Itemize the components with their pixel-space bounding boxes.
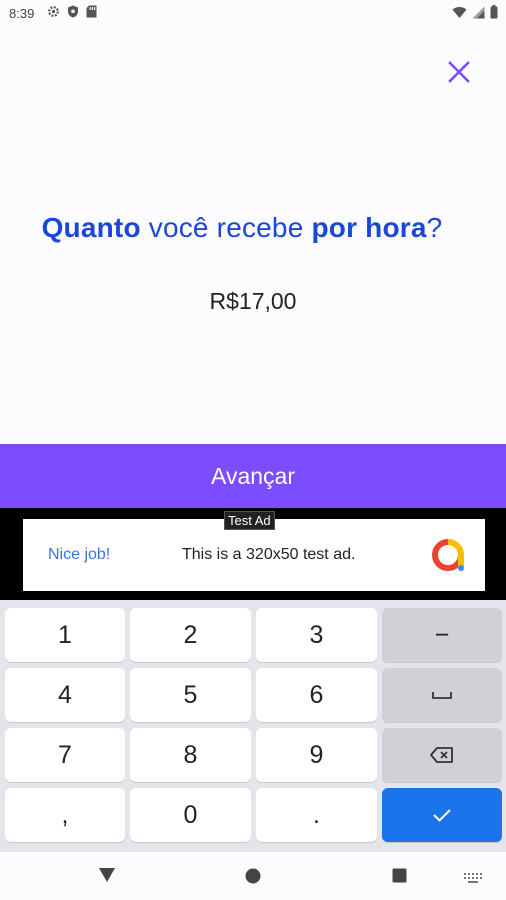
recents-square-icon xyxy=(392,868,407,883)
ad-label: Test Ad xyxy=(224,511,275,530)
close-button[interactable] xyxy=(446,59,472,85)
key-3[interactable]: 3 xyxy=(256,608,377,662)
key-2[interactable]: 2 xyxy=(130,608,251,662)
back-triangle-icon xyxy=(99,868,115,882)
key-period[interactable]: . xyxy=(256,788,377,842)
key-confirm[interactable] xyxy=(382,788,502,842)
amount-input[interactable]: R$17,00 xyxy=(0,288,506,315)
key-5[interactable]: 5 xyxy=(130,668,251,722)
check-icon xyxy=(433,809,451,822)
space-icon xyxy=(432,692,452,699)
question-part-por-hora: por hora xyxy=(311,212,427,243)
key-7[interactable]: 7 xyxy=(5,728,125,782)
question-title: Quanto você recebe por hora? xyxy=(0,212,484,244)
keyboard-icon xyxy=(464,873,482,883)
home-circle-icon xyxy=(245,868,261,884)
navigation-bar xyxy=(0,852,506,900)
key-8[interactable]: 8 xyxy=(130,728,251,782)
key-4[interactable]: 4 xyxy=(5,668,125,722)
status-bar: 8:39 xyxy=(0,0,506,28)
battery-icon xyxy=(490,5,498,19)
key-1[interactable]: 1 xyxy=(5,608,125,662)
recents-button[interactable] xyxy=(392,868,407,888)
key-backspace[interactable] xyxy=(382,728,502,782)
back-button[interactable] xyxy=(98,867,116,888)
advance-button[interactable]: Avançar xyxy=(0,444,506,508)
status-time: 8:39 xyxy=(9,6,35,21)
sd-card-icon xyxy=(86,5,97,18)
key-6[interactable]: 6 xyxy=(256,668,377,722)
shield-icon xyxy=(68,5,78,18)
key-9[interactable]: 9 xyxy=(256,728,377,782)
key-0[interactable]: 0 xyxy=(130,788,251,842)
question-part-quanto: Quanto xyxy=(41,212,141,243)
numeric-keyboard: 1 2 3 − 4 5 6 7 8 9 , 0 . xyxy=(0,600,506,852)
key-comma[interactable]: , xyxy=(5,788,125,842)
ad-body: This is a 320x50 test ad. xyxy=(182,546,356,563)
keyboard-switch-button[interactable] xyxy=(464,870,484,888)
key-space[interactable] xyxy=(382,668,502,722)
close-icon xyxy=(448,61,470,83)
ad-headline: Nice job! xyxy=(48,546,111,563)
question-mark: ? xyxy=(426,212,443,243)
settings-icon xyxy=(48,6,59,17)
home-button[interactable] xyxy=(245,868,261,889)
question-part-mid: você recebe xyxy=(140,212,312,243)
signal-icon xyxy=(472,6,485,18)
key-minus[interactable]: − xyxy=(382,608,502,662)
backspace-icon xyxy=(430,747,453,763)
wifi-icon xyxy=(452,6,467,18)
ad-logo-icon xyxy=(432,539,464,571)
